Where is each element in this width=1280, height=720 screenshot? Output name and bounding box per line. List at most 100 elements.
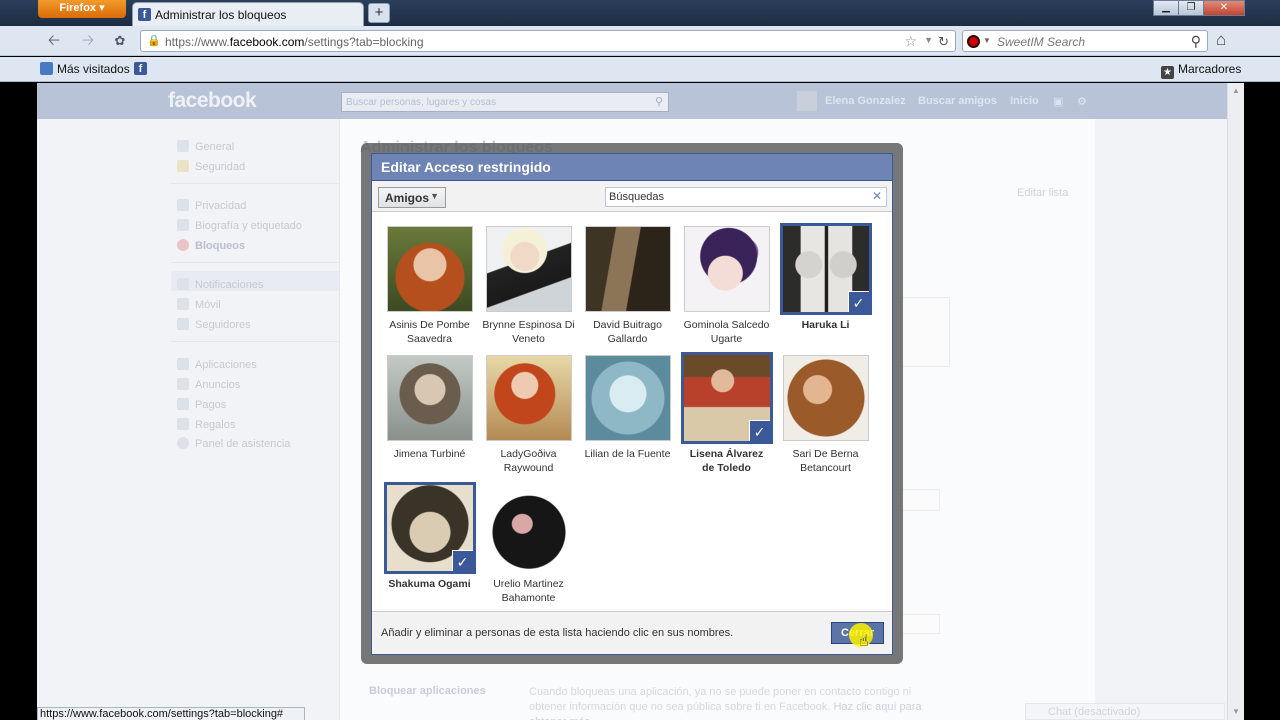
sidebar-item-gifts[interactable]: Regalos — [177, 418, 235, 431]
facebook-bookmark-icon[interactable]: f — [134, 62, 147, 75]
sweetim-icon[interactable] — [967, 35, 980, 48]
friend-name[interactable]: Brynne Espinosa Di Veneto — [479, 318, 578, 346]
clear-search-icon[interactable]: ✕ — [872, 189, 882, 203]
friends-filter-dropdown[interactable]: Amigos ▼ — [378, 187, 446, 208]
friend-search-input[interactable]: Búsquedas ✕ — [605, 187, 887, 207]
sidebar-item-label: Seguidores — [195, 319, 251, 331]
friend-name[interactable]: Sari De Berna Betancourt — [776, 447, 875, 475]
friend-photo[interactable] — [485, 226, 572, 312]
friend-item[interactable]: Lilian de la Fuente — [578, 355, 677, 461]
edit-list-link[interactable]: Editar lista — [1017, 187, 1068, 199]
friend-item[interactable]: Gominola Salcedo Ugarte — [677, 226, 776, 346]
sidebar-item-privacy[interactable]: Privacidad — [177, 199, 246, 212]
friend-name[interactable]: Lisena Álvarez de Toledo — [677, 447, 776, 475]
friend-name[interactable]: Urelio Martinez Bahamonte — [479, 577, 578, 605]
minimize-button[interactable]: ▁ — [1153, 0, 1179, 16]
friend-item[interactable]: LadyGoðiva Raywound — [479, 355, 578, 475]
friend-item[interactable]: Asinis De Pombe Saavedra — [380, 226, 479, 346]
scroll-up-icon[interactable]: ▲ — [1232, 86, 1240, 95]
friend-photo[interactable] — [386, 355, 473, 441]
avatar[interactable] — [797, 91, 817, 111]
facebook-top-bar: facebook Buscar personas, lugares y cosa… — [37, 83, 1227, 119]
home-icon[interactable]: ⌂ — [1216, 30, 1226, 50]
sidebar-item-payments[interactable]: Pagos — [177, 398, 226, 411]
history-icon[interactable]: ✿ — [110, 31, 130, 51]
fb-home[interactable]: Inicio — [1010, 95, 1039, 107]
friend-photo[interactable] — [386, 226, 473, 312]
friend-item[interactable]: Brynne Espinosa Di Veneto — [479, 226, 578, 346]
friend-name[interactable]: David Buitrago Gallardo — [578, 318, 677, 346]
fb-user-name[interactable]: Elena Gonzalez — [825, 95, 906, 107]
fb-find-friends[interactable]: Buscar amigos — [918, 95, 997, 107]
friend-photo[interactable] — [485, 355, 572, 441]
url-dropdown-icon[interactable]: ▼ — [924, 35, 933, 45]
checkmark-icon: ✓ — [847, 291, 869, 312]
sidebar-divider — [171, 183, 339, 184]
engine-dropdown-icon[interactable]: ▼ — [983, 36, 991, 45]
friend-photo[interactable]: ✓ — [383, 482, 476, 574]
friend-name[interactable]: Haruka Li — [776, 318, 875, 332]
dialog-footer-text: Añadir y eliminar a personas de esta lis… — [381, 627, 734, 639]
facebook-logo[interactable]: facebook — [168, 89, 257, 113]
most-visited-icon — [40, 62, 53, 75]
new-tab-button[interactable]: + — [368, 3, 390, 23]
friend-item[interactable]: David Buitrago Gallardo — [578, 226, 677, 346]
chevron-down-icon: ▼ — [430, 191, 439, 201]
rss-icon — [177, 318, 189, 330]
friend-photo[interactable] — [485, 485, 572, 571]
sidebar-item-blocking[interactable]: Bloqueos — [177, 239, 245, 252]
scroll-down-icon[interactable]: ▼ — [1232, 707, 1240, 716]
fb-search-input[interactable]: Buscar personas, lugares y cosas ⚲ — [341, 92, 669, 112]
friend-photo[interactable]: ✓ — [779, 223, 872, 315]
fb-account-icon[interactable]: ▣ — [1053, 95, 1063, 108]
most-visited-bookmark[interactable]: Más visitados — [40, 62, 130, 76]
friend-photo[interactable] — [683, 226, 770, 312]
bookmarks-star-icon: ★ — [1161, 66, 1174, 79]
firefox-menu-button[interactable]: Firefox ▾ — [38, 0, 126, 18]
friend-photo[interactable] — [782, 355, 869, 441]
reload-icon[interactable]: ↻ — [938, 34, 949, 50]
dialog-toolbar: Amigos ▼ Búsquedas ✕ — [372, 181, 892, 212]
lifebuoy-icon — [177, 437, 189, 449]
sidebar-item-general[interactable]: General — [177, 140, 234, 153]
sidebar-item-followers[interactable]: Seguidores — [177, 318, 251, 331]
friend-item[interactable]: Urelio Martinez Bahamonte — [479, 485, 578, 605]
ghost-input — [900, 614, 940, 634]
forward-icon[interactable]: 🡢 — [78, 31, 98, 51]
close-window-button[interactable]: ✕ — [1203, 0, 1245, 16]
friend-item[interactable]: Sari De Berna Betancourt — [776, 355, 875, 475]
friend-item[interactable]: ✓ Lisena Álvarez de Toledo — [677, 352, 776, 475]
friend-item[interactable]: Jimena Turbiné — [380, 355, 479, 461]
friend-name[interactable]: Lilian de la Fuente — [578, 447, 677, 461]
friend-item[interactable]: ✓ Shakuma Ogami — [380, 482, 479, 591]
browser-tab[interactable]: f Administrar los bloqueos — [132, 2, 364, 26]
bookmark-star-icon[interactable]: ☆ — [904, 33, 917, 50]
search-bar[interactable]: ▼ SweetIM Search ⚲ — [962, 30, 1208, 52]
friend-photo[interactable] — [584, 355, 671, 441]
fb-settings-icon[interactable]: ⚙ — [1077, 95, 1087, 108]
sidebar-item-mobile[interactable]: Móvil — [177, 298, 221, 311]
friend-name[interactable]: Gominola Salcedo Ugarte — [677, 318, 776, 346]
page-scrollbar[interactable]: ▲ ▼ — [1227, 83, 1244, 720]
friend-name[interactable]: Shakuma Ogami — [380, 577, 479, 591]
sidebar-item-security[interactable]: Seguridad — [177, 160, 245, 173]
address-bar[interactable]: 🔒 https://www.facebook.com/settings?tab=… — [140, 30, 956, 52]
maximize-button[interactable]: ❐ — [1178, 0, 1204, 16]
sidebar-item-timeline[interactable]: Biografía y etiquetado — [177, 219, 302, 232]
sidebar-item-ads[interactable]: Anuncios — [177, 378, 240, 391]
friend-photo[interactable]: ✓ — [680, 352, 773, 444]
friend-photo[interactable] — [584, 226, 671, 312]
friend-name[interactable]: Asinis De Pombe Saavedra — [380, 318, 479, 346]
bookmarks-menu-label: Marcadores — [1178, 62, 1242, 76]
friend-item[interactable]: ✓ Haruka Li — [776, 223, 875, 332]
sidebar-item-support[interactable]: Panel de asistencia — [177, 437, 290, 450]
friend-name[interactable]: LadyGoðiva Raywound — [479, 447, 578, 475]
sidebar-item-apps[interactable]: Aplicaciones — [177, 358, 257, 371]
url-text: https://www.facebook.com/settings?tab=bl… — [165, 35, 424, 49]
friend-name[interactable]: Jimena Turbiné — [380, 447, 479, 461]
chat-bar[interactable]: Chat (desactivado) — [1025, 703, 1225, 720]
back-icon[interactable]: 🡠 — [44, 31, 64, 51]
bookmarks-menu[interactable]: ★ Marcadores — [1161, 62, 1241, 79]
search-icon[interactable]: ⚲ — [1191, 33, 1201, 50]
sidebar-item-notifications[interactable]: Notificaciones — [177, 278, 263, 291]
